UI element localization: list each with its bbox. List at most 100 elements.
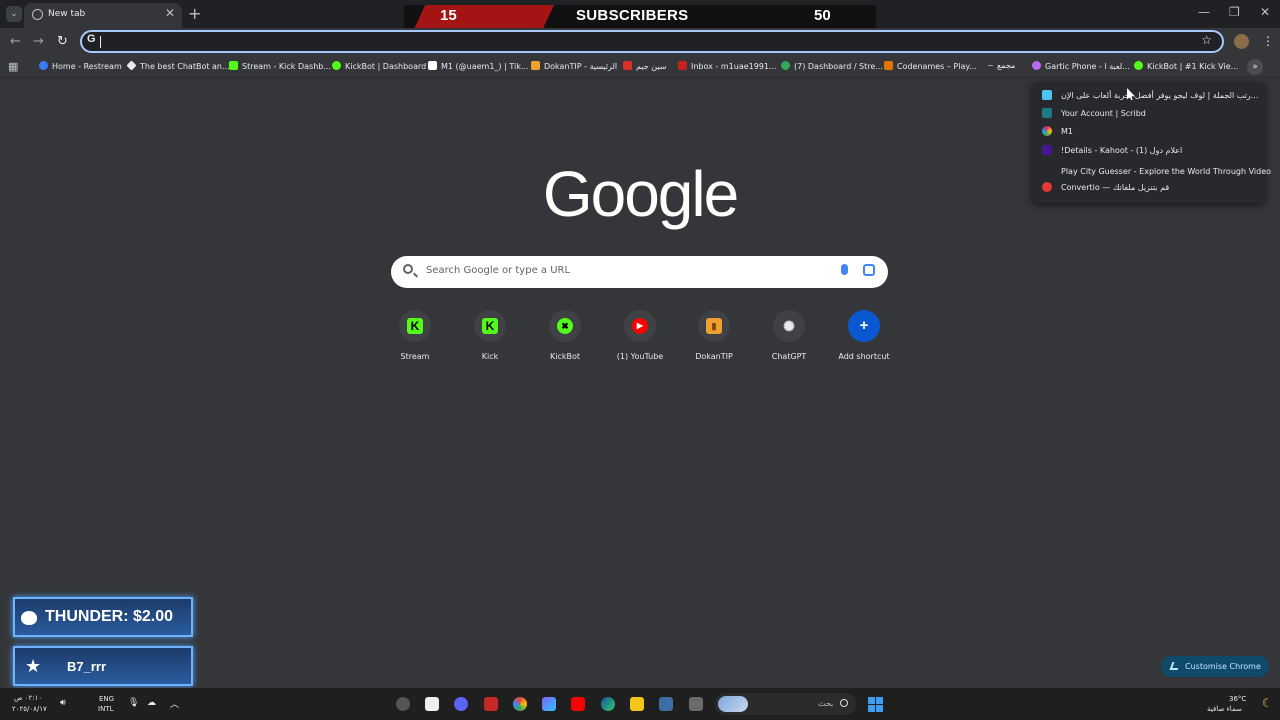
- bookmark-item[interactable]: Codenames – Play...: [884, 61, 977, 71]
- task-view-icon[interactable]: [689, 697, 703, 711]
- plus-icon: +: [859, 317, 869, 334]
- money-bag-icon: [21, 611, 37, 625]
- discord-app-icon[interactable]: [454, 697, 468, 711]
- bookmark-label: DokanTIP - الرئيسية: [544, 62, 618, 71]
- minimize-button[interactable]: —: [1198, 5, 1210, 19]
- moon-weather-icon[interactable]: ☾: [1262, 696, 1273, 710]
- tab-new-tab[interactable]: New tab ✕: [24, 3, 182, 28]
- bookmarks-overflow-menu: رتب الجملة | لوف ليجو يوفر أفضل تجربة أل…: [1032, 82, 1271, 203]
- voice-search-icon[interactable]: [841, 264, 848, 275]
- menu-item-label: Convertio — قم بتنزيل ملفاتك: [1061, 183, 1170, 192]
- file-explorer-icon[interactable]: [630, 697, 644, 711]
- back-arrow-icon[interactable]: ←: [10, 34, 21, 49]
- chevron-up-icon[interactable]: ︿: [170, 697, 179, 710]
- bookmarks-overflow-button[interactable]: »: [1247, 59, 1263, 75]
- bookmark-item[interactable]: M1 (@uaem1_) | Tik...: [428, 61, 528, 71]
- shortcut-tile: K: [399, 310, 431, 342]
- shortcut-tile: +: [848, 310, 880, 342]
- shortcut-tile: ✖: [549, 310, 581, 342]
- shortcut-label: Add shortcut: [838, 352, 890, 361]
- blank-favicon: [1042, 164, 1052, 174]
- customise-chrome-button[interactable]: Customise Chrome: [1161, 656, 1269, 677]
- taskbar-search[interactable]: بحث: [715, 693, 857, 715]
- bookmark-label: سين جيم: [636, 62, 667, 71]
- language-bottom[interactable]: INTL: [98, 705, 113, 713]
- clock-date[interactable]: ٢٠٢٥/٠٨/١٧: [12, 705, 47, 713]
- bookmark-label: مجمع: [997, 61, 1016, 70]
- bookmark-item[interactable]: Home - Restream: [39, 61, 122, 71]
- forward-arrow-icon[interactable]: →: [33, 34, 44, 49]
- overlay-accent: [414, 5, 554, 29]
- bookmark-item[interactable]: مجمع: [988, 61, 1015, 70]
- bookmark-star-icon[interactable]: ☆: [1201, 33, 1212, 47]
- language-top[interactable]: ENG: [99, 695, 114, 703]
- capcut-app-icon[interactable]: [425, 697, 439, 711]
- profile-avatar[interactable]: [1234, 34, 1249, 49]
- google-lens-icon[interactable]: [863, 264, 875, 276]
- chrome-app-icon[interactable]: [513, 697, 527, 711]
- tab-close-icon[interactable]: ✕: [165, 6, 175, 20]
- shortcut-kick[interactable]: K Kick: [453, 310, 527, 361]
- bookmark-item[interactable]: Inbox - m1uae1991...: [678, 61, 777, 71]
- overflow-menu-item[interactable]: M1: [1042, 126, 1073, 136]
- tab-search-button[interactable]: ⌄: [6, 6, 22, 22]
- youtube-app-icon[interactable]: [571, 697, 585, 711]
- shortcut-add[interactable]: + Add shortcut: [827, 310, 901, 361]
- search-highlight-icon: [718, 696, 748, 712]
- search-box[interactable]: Search Google or type a URL: [391, 256, 888, 288]
- chatbot-icon: [126, 60, 137, 71]
- address-bar[interactable]: G ☆: [80, 30, 1224, 53]
- tab-title: New tab: [48, 9, 86, 19]
- bookmark-item[interactable]: Stream - Kick Dashb...: [229, 61, 331, 71]
- shortcut-kickbot[interactable]: ✖ KickBot: [528, 310, 602, 361]
- shortcut-dokantip[interactable]: ▮ DokanTIP: [677, 310, 751, 361]
- bookmark-item[interactable]: (7) Dashboard / Stre...: [781, 61, 883, 71]
- pencil-icon: [1169, 662, 1181, 670]
- overflow-menu-item[interactable]: Play City Guesser - Explore the World Th…: [1042, 164, 1271, 176]
- kick-icon: [229, 61, 238, 70]
- obs-app-icon[interactable]: [396, 697, 410, 711]
- dashboard-icon: [781, 61, 790, 70]
- store-app-icon[interactable]: [659, 697, 673, 711]
- bookmark-item[interactable]: DokanTIP - الرئيسية: [531, 61, 617, 71]
- bookmark-item[interactable]: سين جيم: [623, 61, 666, 71]
- overflow-menu-item[interactable]: Convertio — قم بتنزيل ملفاتك: [1042, 182, 1169, 192]
- video-editor-app-icon[interactable]: [484, 697, 498, 711]
- customise-label: Customise Chrome: [1185, 662, 1261, 671]
- bookmark-label: Stream - Kick Dashb...: [242, 62, 331, 71]
- bookmark-item[interactable]: Gartic Phone - لعبة ا...: [1032, 61, 1130, 71]
- apps-grid-icon[interactable]: ▦: [8, 60, 18, 73]
- bookmark-label: (7) Dashboard / Stre...: [794, 62, 883, 71]
- convertio-icon: [1042, 182, 1052, 192]
- shortcut-tile: K: [474, 310, 506, 342]
- overflow-menu-item[interactable]: !Details - Kahoot - (1) اعلام دول: [1042, 145, 1182, 155]
- shortcut-chatgpt[interactable]: ✺ ChatGPT: [752, 310, 826, 361]
- temperature[interactable]: 36°C: [1229, 695, 1246, 703]
- folder-dash-icon: [988, 65, 993, 66]
- reload-icon[interactable]: ↻: [57, 34, 68, 49]
- overflow-menu-item[interactable]: Your Account | Scribd: [1042, 108, 1146, 118]
- google-g-icon: G: [87, 33, 96, 45]
- overflow-menu-item[interactable]: رتب الجملة | لوف ليجو يوفر أفضل تجربة أل…: [1042, 90, 1258, 100]
- edge-app-icon[interactable]: [601, 697, 615, 711]
- new-tab-button[interactable]: +: [188, 4, 201, 23]
- clock-time[interactable]: ٠٢:١٠ ص: [14, 694, 42, 702]
- weather-description[interactable]: سماء صافية: [1207, 705, 1242, 713]
- youtube-icon: ▶: [632, 318, 648, 334]
- volume-icon[interactable]: 🔊︎: [60, 698, 66, 708]
- microphone-icon[interactable]: 🎙︎: [128, 698, 139, 708]
- cloud-icon[interactable]: ☁: [147, 698, 156, 708]
- shortcut-youtube[interactable]: ▶ (1) YouTube: [603, 310, 677, 361]
- bookmark-item[interactable]: KickBot | #1 Kick Vie...: [1134, 61, 1238, 71]
- maximize-button[interactable]: ❐: [1229, 5, 1240, 19]
- bookmark-item[interactable]: KickBot | Dashboard: [332, 61, 426, 71]
- shortcut-tile: ▮: [698, 310, 730, 342]
- windows-start-icon[interactable]: [868, 697, 883, 712]
- chrome-menu-icon[interactable]: ⋮: [1262, 34, 1274, 48]
- close-window-button[interactable]: ✕: [1260, 5, 1270, 19]
- copilot-app-icon[interactable]: [542, 697, 556, 711]
- bookmark-item[interactable]: The best ChatBot an...: [126, 60, 230, 71]
- shortcut-stream[interactable]: K Stream: [378, 310, 452, 361]
- shortcut-label: (1) YouTube: [616, 352, 664, 361]
- taskbar-search-text: بحث: [818, 699, 834, 708]
